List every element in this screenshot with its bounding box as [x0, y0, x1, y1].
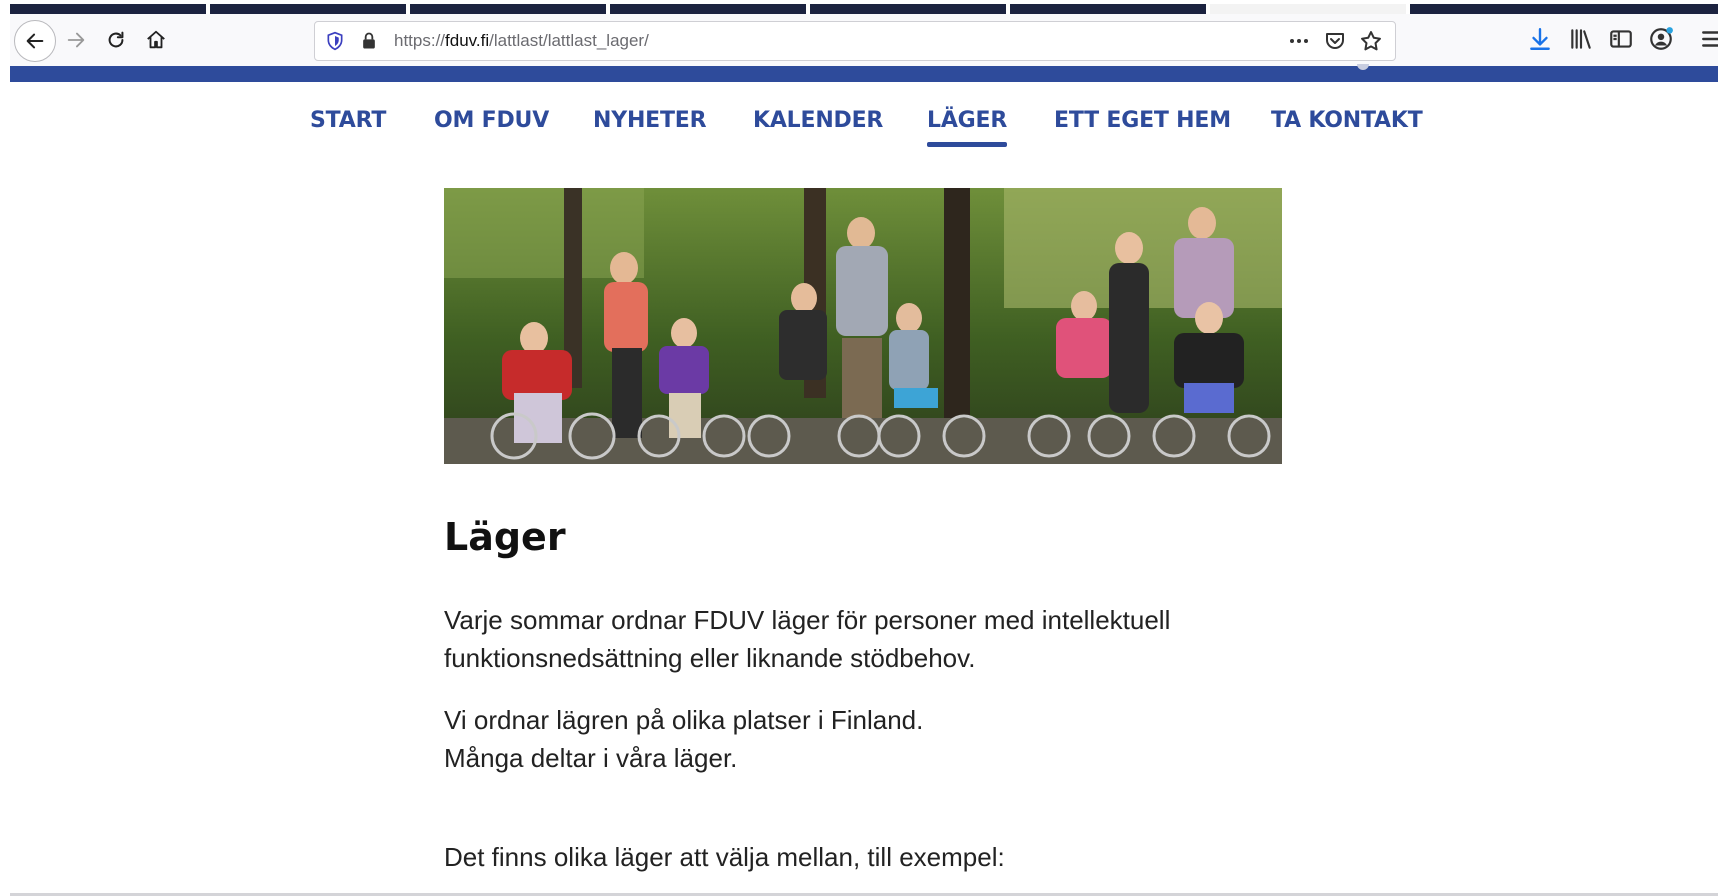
nav-item-kalender[interactable]: KALENDER [753, 108, 883, 133]
camp-types-paragraph: Det finns olika läger att välja mellan, … [444, 842, 1005, 872]
library-icon[interactable] [1568, 26, 1594, 52]
page-actions-icon[interactable] [1287, 29, 1311, 53]
nav-item-start[interactable]: START [310, 108, 386, 133]
page-title: Läger [444, 515, 566, 559]
locations-paragraph: Vi ordnar lägren på olika platser i Finl… [444, 701, 1324, 777]
nav-item-ett-eget-hem[interactable]: ETT EGET HEM [1054, 108, 1231, 133]
intro-paragraph: Varje sommar ordnar FDUV läger för perso… [444, 601, 1324, 677]
download-icon[interactable] [1527, 26, 1553, 52]
nav-item-nyheter[interactable]: NYHETER [593, 108, 707, 133]
url-text[interactable]: https://fduv.fi/lattlast/lattlast_lager/ [394, 31, 649, 51]
pocket-icon[interactable] [1323, 29, 1347, 53]
locations-line-2: Många deltar i våra läger. [444, 743, 738, 773]
back-arrow-icon [26, 33, 44, 49]
browser-tab[interactable] [410, 4, 606, 14]
forward-button[interactable] [58, 22, 94, 58]
reload-icon [108, 31, 124, 48]
locations-line-1: Vi ordnar lägren på olika platser i Finl… [444, 705, 924, 735]
tracking-shield-icon[interactable] [325, 31, 345, 51]
home-icon [147, 30, 165, 49]
site-header-band [10, 64, 1718, 82]
header-decoration [1357, 64, 1369, 70]
browser-toolbar: https://fduv.fi/lattlast/lattlast_lager/ [10, 14, 1718, 66]
browser-tab[interactable] [1010, 4, 1206, 14]
intro-line-2: funktionsnedsättning eller liknande stöd… [444, 643, 976, 673]
back-button[interactable] [14, 20, 56, 62]
browser-tab[interactable] [610, 4, 806, 14]
bookmark-star-icon[interactable] [1359, 29, 1383, 53]
nav-item-lager[interactable]: LÄGER [927, 108, 1007, 147]
tab-strip[interactable] [10, 0, 1718, 14]
browser-tab[interactable] [810, 4, 1006, 14]
nav-item-om-fduv[interactable]: OM FDUV [434, 108, 549, 133]
url-prefix: https:// [394, 31, 446, 50]
url-host: fduv.fi [445, 31, 490, 50]
forward-arrow-icon [67, 32, 85, 48]
url-path: /lattlast/lattlast_lager/ [489, 31, 649, 50]
account-icon[interactable] [1648, 26, 1674, 52]
address-bar[interactable]: https://fduv.fi/lattlast/lattlast_lager/ [314, 21, 1396, 61]
site-navigation: START OM FDUV NYHETER KALENDER LÄGER ETT… [0, 108, 1718, 148]
browser-tab[interactable] [1410, 4, 1718, 14]
home-button[interactable] [138, 22, 174, 58]
browser-tab[interactable] [210, 4, 406, 14]
hero-photo [444, 188, 1282, 464]
intro-line-1: Varje sommar ordnar FDUV läger för perso… [444, 605, 1171, 635]
lock-icon[interactable] [359, 31, 379, 51]
browser-tab-active[interactable] [1210, 4, 1406, 14]
menu-icon[interactable] [1700, 26, 1718, 52]
browser-tab[interactable] [10, 4, 206, 14]
reload-button[interactable] [98, 22, 134, 58]
nav-item-ta-kontakt[interactable]: TA KONTAKT [1271, 108, 1423, 133]
sidebar-icon[interactable] [1608, 26, 1634, 52]
